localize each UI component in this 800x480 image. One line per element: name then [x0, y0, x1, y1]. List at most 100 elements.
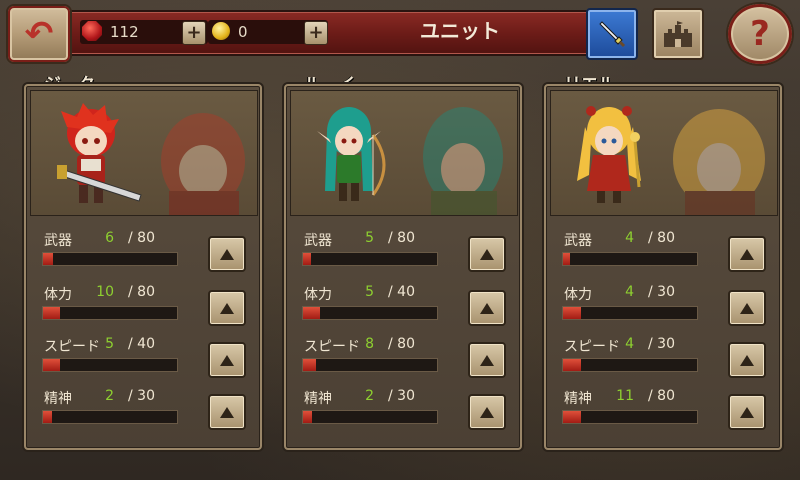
stat-max: / 80 — [388, 230, 415, 246]
coin-counter: 0 + — [208, 20, 328, 45]
stat-max: / 40 — [128, 336, 155, 352]
stat-row: 武器 6 / 80 — [38, 230, 248, 282]
stat-up-button[interactable] — [728, 342, 766, 378]
stat-bar-fill — [43, 411, 52, 423]
stat-bar — [562, 358, 698, 372]
stat-label: 精神 — [564, 391, 592, 407]
gem-count: 112 — [110, 23, 139, 41]
stat-up-button[interactable] — [468, 236, 506, 272]
stat-up-button[interactable] — [728, 290, 766, 326]
gem-counter: 112 + — [80, 20, 208, 45]
triangle-up-icon — [740, 302, 754, 314]
tab-weapon[interactable] — [586, 8, 638, 60]
stat-bar — [42, 410, 178, 424]
stat-max: / 80 — [648, 388, 675, 404]
stat-label: 体力 — [44, 287, 72, 303]
stat-max: / 30 — [648, 336, 675, 352]
triangle-up-icon — [740, 248, 754, 260]
stat-bar-fill — [43, 359, 60, 371]
stat-up-button[interactable] — [208, 394, 246, 430]
stat-value: 2 — [105, 388, 114, 404]
triangle-up-icon — [220, 248, 234, 260]
stat-value: 2 — [365, 388, 374, 404]
page-title: ユニット — [420, 19, 500, 43]
unit-portrait-3 — [550, 90, 778, 216]
stat-bar-fill — [303, 307, 320, 319]
stat-label: スピード — [304, 339, 360, 355]
stat-label: 武器 — [304, 233, 332, 249]
stat-up-button[interactable] — [468, 290, 506, 326]
stat-label: 武器 — [44, 233, 72, 249]
stat-bar-fill — [303, 253, 312, 265]
stat-label: 精神 — [304, 391, 332, 407]
stat-max: / 30 — [648, 284, 675, 300]
stat-label: 体力 — [564, 287, 592, 303]
stat-label: 体力 — [304, 287, 332, 303]
castle-icon — [664, 21, 692, 47]
unit-panel-1: 武器 6 / 80 体力 10 / 80 スピード 5 / 40 精神 2 / … — [24, 84, 262, 450]
stat-bar-fill — [563, 359, 581, 371]
stat-value: 5 — [105, 336, 114, 352]
stat-row: 体力 4 / 30 — [558, 284, 768, 336]
stat-row: 武器 5 / 80 — [298, 230, 508, 282]
stat-value: 6 — [105, 230, 114, 246]
triangle-up-icon — [480, 354, 494, 366]
stat-bar — [302, 252, 438, 266]
stat-up-button[interactable] — [728, 394, 766, 430]
stat-value: 4 — [625, 284, 634, 300]
stat-max: / 40 — [388, 284, 415, 300]
stat-up-button[interactable] — [468, 394, 506, 430]
stat-bar-fill — [563, 411, 582, 423]
stat-row: 体力 10 / 80 — [38, 284, 248, 336]
top-bar: ↶ 112 + 0 + ユニット ? — [0, 0, 800, 66]
stat-up-button[interactable] — [208, 342, 246, 378]
stat-bar — [562, 410, 698, 424]
stat-row: 武器 4 / 80 — [558, 230, 768, 282]
stat-row: スピード 8 / 80 — [298, 336, 508, 388]
add-gems-button[interactable]: + — [182, 21, 206, 45]
stat-up-button[interactable] — [468, 342, 506, 378]
stat-label: スピード — [44, 339, 100, 355]
stat-max: / 80 — [128, 284, 155, 300]
stat-max: / 80 — [648, 230, 675, 246]
back-button[interactable]: ↶ — [6, 4, 72, 64]
stat-bar — [302, 410, 438, 424]
stat-bar-fill — [563, 307, 581, 319]
unit-portrait-1 — [30, 90, 258, 216]
triangle-up-icon — [220, 302, 234, 314]
stat-row: スピード 5 / 40 — [38, 336, 248, 388]
triangle-up-icon — [480, 302, 494, 314]
stat-bar-fill — [563, 253, 570, 265]
stat-label: 精神 — [44, 391, 72, 407]
stat-bar-fill — [303, 359, 317, 371]
triangle-up-icon — [480, 406, 494, 418]
add-coins-button[interactable]: + — [304, 21, 328, 45]
stat-row: 体力 5 / 40 — [298, 284, 508, 336]
triangle-up-icon — [220, 354, 234, 366]
stat-up-button[interactable] — [208, 290, 246, 326]
triangle-up-icon — [480, 248, 494, 260]
stat-max: / 30 — [128, 388, 155, 404]
unit-panel-2: 武器 5 / 80 体力 5 / 40 スピード 8 / 80 精神 2 / 3… — [284, 84, 522, 450]
stat-bar-fill — [43, 307, 60, 319]
stat-up-button[interactable] — [208, 236, 246, 272]
tab-castle[interactable] — [652, 8, 704, 60]
stat-row: 精神 2 / 30 — [38, 388, 248, 440]
stat-row: 精神 11 / 80 — [558, 388, 768, 440]
help-button[interactable]: ? — [726, 2, 794, 66]
gem-icon — [82, 21, 102, 41]
stat-bar-fill — [303, 411, 312, 423]
stat-bar — [302, 306, 438, 320]
triangle-up-icon — [740, 406, 754, 418]
stat-label: 武器 — [564, 233, 592, 249]
stat-max: / 30 — [388, 388, 415, 404]
stat-bar — [302, 358, 438, 372]
triangle-up-icon — [220, 406, 234, 418]
sword-icon — [599, 21, 626, 48]
stat-value: 5 — [365, 284, 374, 300]
stat-bar — [562, 252, 698, 266]
stat-value: 10 — [96, 284, 114, 300]
stat-value: 8 — [365, 336, 374, 352]
stat-value: 11 — [616, 388, 634, 404]
stat-up-button[interactable] — [728, 236, 766, 272]
